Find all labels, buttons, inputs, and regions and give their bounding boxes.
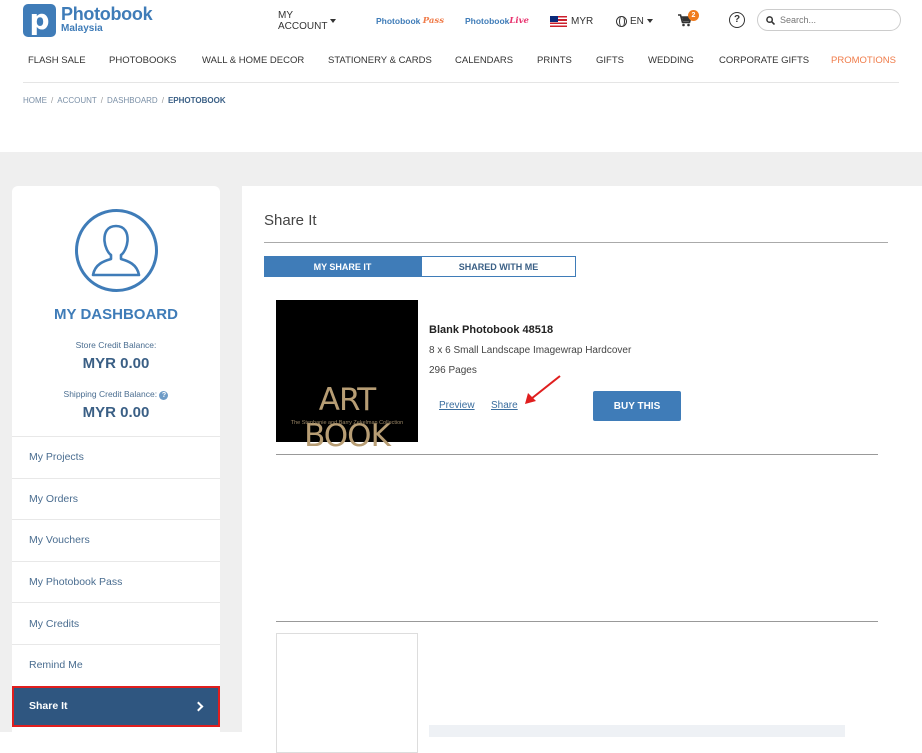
pass-word: Pass xyxy=(422,16,445,26)
thumbnail-subtitle: The Stephanie and Barry Zekelman Collect… xyxy=(290,420,404,426)
dashboard-title: MY DASHBOARD xyxy=(54,306,178,323)
live-brand: Photobook xyxy=(465,16,510,26)
dashboard-sidebar: MY DASHBOARD Store Credit Balance: MYR 0… xyxy=(12,186,220,746)
search-icon xyxy=(766,15,775,25)
sidebar-item-my-vouchers[interactable]: My Vouchers xyxy=(12,519,220,561)
live-word: Live xyxy=(509,16,529,26)
tab-shared-with-me[interactable]: SHARED WITH ME xyxy=(421,256,576,277)
item-divider xyxy=(276,621,878,622)
sidebar-item-label: Share It xyxy=(29,700,68,713)
shipping-credit-value: MYR 0.00 xyxy=(82,404,150,421)
breadcrumb-home[interactable]: HOME xyxy=(23,96,47,105)
nav-calendars[interactable]: CALENDARS xyxy=(455,55,513,66)
cart-button[interactable]: 2 xyxy=(678,10,699,27)
help-icon: ? xyxy=(729,12,745,28)
share-link[interactable]: Share xyxy=(491,400,518,411)
nav-prints[interactable]: PRINTS xyxy=(537,55,572,66)
tab-my-share-it[interactable]: MY SHARE IT xyxy=(264,256,421,277)
project-name: Blank Photobook 48518 xyxy=(429,324,554,336)
breadcrumb-dashboard[interactable]: DASHBOARD xyxy=(107,96,158,105)
nav-divider xyxy=(23,82,899,83)
nav-wedding[interactable]: WEDDING xyxy=(648,55,694,66)
nav-promotions[interactable]: PROMOTIONS xyxy=(831,55,896,66)
pass-brand: Photobook xyxy=(376,16,421,26)
title-divider xyxy=(264,242,888,243)
project-pages: 296 Pages xyxy=(429,365,477,376)
breadcrumb-current: EPHOTOBOOK xyxy=(167,96,226,105)
project-thumbnail-placeholder[interactable] xyxy=(276,633,418,753)
currency-label: MYR xyxy=(571,15,594,27)
sidebar-item-my-orders[interactable]: My Orders xyxy=(12,477,220,520)
chevron-down-icon xyxy=(646,19,653,23)
project-thumbnail[interactable]: ART BOOK The Stephanie and Barry Zekelma… xyxy=(276,300,418,454)
red-arrow-annotation xyxy=(525,375,561,404)
shipping-credit-label: Shipping Credit Balance: xyxy=(63,389,158,399)
shipping-credit-row: Shipping Credit Balance: ? xyxy=(12,389,220,400)
loading-placeholder xyxy=(429,725,845,737)
breadcrumb: HOME / ACCOUNT / DASHBOARD / EPHOTOBOOK xyxy=(23,96,226,105)
thumbnail-title: ART BOOK xyxy=(304,382,391,454)
buy-this-button[interactable]: BUY THIS xyxy=(593,391,681,421)
project-description: 8 x 6 Small Landscape Imagewrap Hardcove… xyxy=(429,345,632,356)
share-tabs: MY SHARE IT SHARED WITH ME xyxy=(264,256,576,277)
item-divider xyxy=(276,454,878,455)
nav-wall-home-decor[interactable]: WALL & HOME DECOR xyxy=(202,55,304,66)
page-title: Share It xyxy=(264,212,317,229)
search-input[interactable] xyxy=(780,15,890,25)
sidebar-item-my-projects[interactable]: My Projects xyxy=(12,436,220,478)
sidebar-item-my-photobook-pass[interactable]: My Photobook Pass xyxy=(12,560,220,603)
nav-gifts[interactable]: GIFTS xyxy=(596,55,624,66)
nav-flash-sale[interactable]: FLASH SALE xyxy=(28,55,86,66)
nav-corporate-gifts[interactable]: CORPORATE GIFTS xyxy=(719,55,809,66)
logo-mark: p xyxy=(23,4,56,37)
sidebar-item-my-credits[interactable]: My Credits xyxy=(12,602,220,644)
photobook-live-link[interactable]: Photobook Live xyxy=(465,16,529,26)
help-button[interactable]: ? xyxy=(729,12,745,28)
nav-stationery-cards[interactable]: STATIONERY & CARDS xyxy=(328,55,432,66)
logo-sub: Malaysia xyxy=(61,23,103,34)
sidebar-item-share-it[interactable]: Share It xyxy=(12,685,220,728)
main-panel: Share It MY SHARE IT SHARED WITH ME ART … xyxy=(242,186,922,753)
sidebar-menu: My Projects My Orders My Vouchers My Pho… xyxy=(12,436,220,728)
currency-selector[interactable]: MYR xyxy=(550,15,594,27)
my-account-label: MY ACCOUNT xyxy=(278,10,328,32)
store-credit-label: Store Credit Balance: xyxy=(75,340,157,350)
language-selector[interactable]: EN xyxy=(616,15,653,27)
chevron-right-icon xyxy=(193,701,204,712)
search-box[interactable] xyxy=(757,9,901,31)
nav-photobooks[interactable]: PHOTOBOOKS xyxy=(109,55,176,66)
logo-name: Photobook xyxy=(61,4,153,24)
site-header: p Photobook Malaysia MY ACCOUNT Photoboo… xyxy=(0,0,922,152)
store-credit-value: MYR 0.00 xyxy=(82,355,150,372)
my-account-menu[interactable]: MY ACCOUNT xyxy=(278,10,337,32)
breadcrumb-account[interactable]: ACCOUNT xyxy=(57,96,97,105)
user-avatar-icon xyxy=(75,209,158,292)
globe-icon xyxy=(616,15,627,27)
sidebar-item-remind-me[interactable]: Remind Me xyxy=(12,643,220,686)
cart-count-badge: 2 xyxy=(688,10,699,21)
photobook-logo[interactable]: p Photobook Malaysia xyxy=(23,4,153,37)
photobook-pass-link[interactable]: Photobook Pass xyxy=(376,16,444,26)
language-label: EN xyxy=(630,15,644,27)
cart-icon: 2 xyxy=(678,10,699,27)
info-icon[interactable]: ? xyxy=(159,391,169,400)
chevron-down-icon xyxy=(330,19,337,23)
malaysia-flag-icon xyxy=(550,15,567,27)
preview-link[interactable]: Preview xyxy=(439,400,475,411)
